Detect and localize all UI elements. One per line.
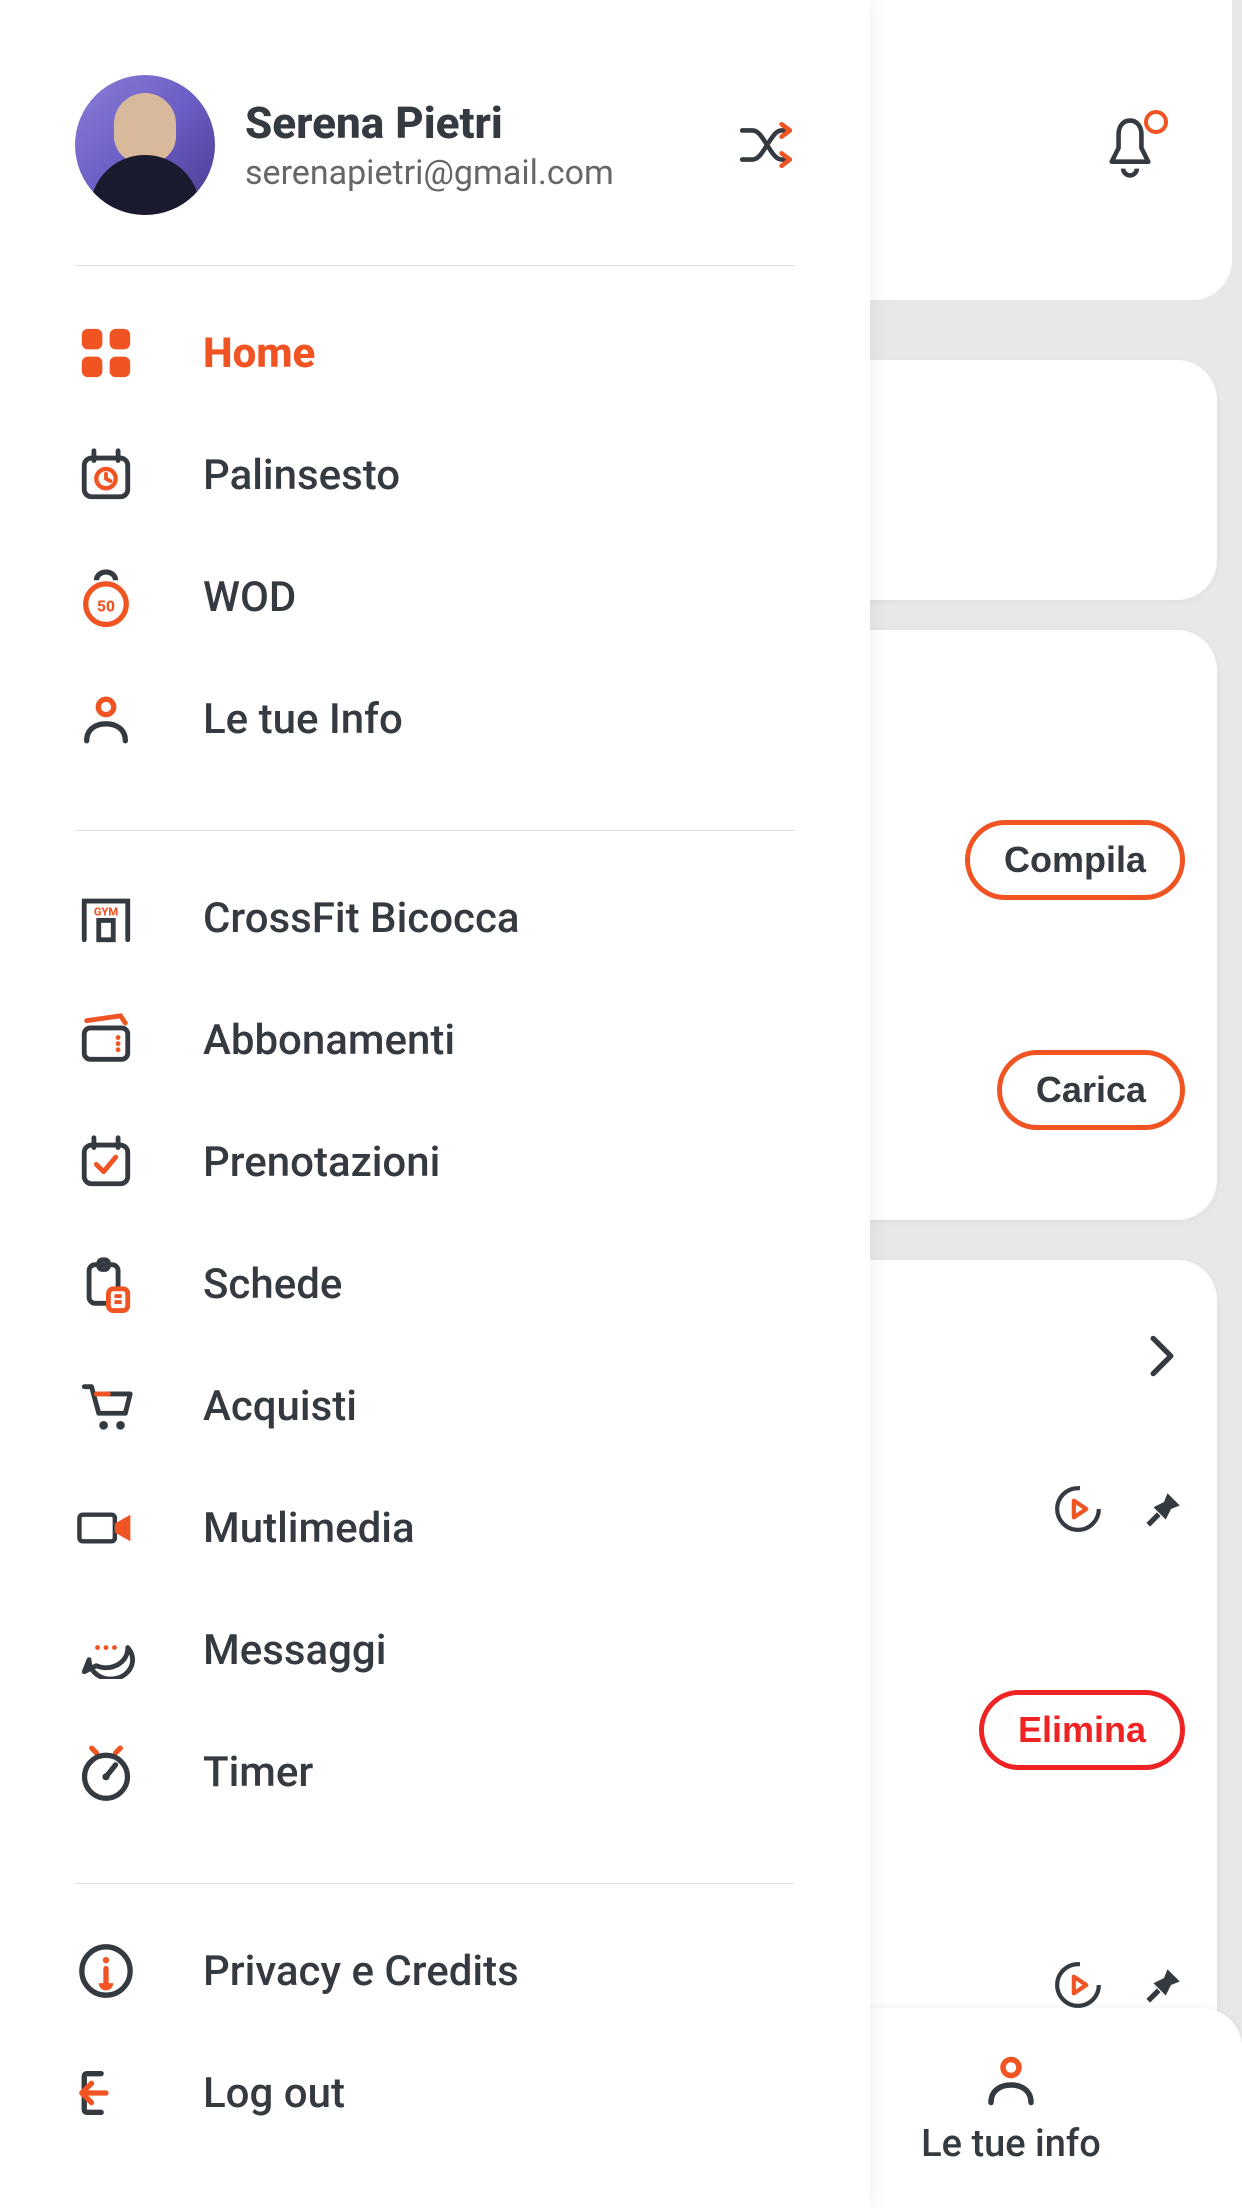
- person-icon: [75, 688, 137, 750]
- divider: [75, 265, 795, 266]
- menu-item-multimedia[interactable]: Mutlimedia: [75, 1467, 795, 1589]
- carica-button[interactable]: Carica: [997, 1050, 1185, 1130]
- menu-item-wod[interactable]: 50 WOD: [75, 536, 795, 658]
- elimina-button[interactable]: Elimina: [979, 1690, 1185, 1770]
- menu-label: Home: [203, 329, 315, 378]
- logout-icon: [75, 2062, 137, 2124]
- play-icon[interactable]: [1053, 1960, 1103, 2014]
- pin-icon[interactable]: [1143, 1488, 1185, 1534]
- menu-label: CrossFit Bicocca: [203, 894, 520, 943]
- bottom-nav-label: Le tue info: [921, 2122, 1101, 2166]
- media-row-actions: [1053, 1960, 1185, 2014]
- profile-text: Serena Pietri serenapietri@gmail.com: [245, 97, 614, 193]
- side-drawer: Serena Pietri serenapietri@gmail.com Hom…: [0, 0, 870, 2208]
- profile-name: Serena Pietri: [245, 97, 614, 149]
- menu-label: WOD: [203, 573, 296, 622]
- chevron-right-icon[interactable]: [1148, 1334, 1182, 1384]
- menu-item-logout[interactable]: Log out: [75, 2032, 795, 2154]
- menu-label: Timer: [203, 1748, 313, 1797]
- info-icon: [75, 1940, 137, 2002]
- shuffle-button[interactable]: [735, 115, 795, 175]
- grid-icon: [75, 322, 137, 384]
- menu-label: Messaggi: [203, 1626, 386, 1675]
- menu-label: Palinsesto: [203, 451, 400, 500]
- menu-label: Privacy e Credits: [203, 1947, 519, 1996]
- menu-item-prenotazioni[interactable]: Prenotazioni: [75, 1101, 795, 1223]
- menu-item-schede[interactable]: Schede: [75, 1223, 795, 1345]
- kettlebell-icon: 50: [75, 566, 137, 628]
- cart-icon: [75, 1375, 137, 1437]
- menu-label: Abbonamenti: [203, 1016, 455, 1065]
- pin-icon[interactable]: [1143, 1964, 1185, 2010]
- menu-item-home[interactable]: Home: [75, 292, 795, 414]
- menu-item-abbonamenti[interactable]: Abbonamenti: [75, 979, 795, 1101]
- menu-item-letueinfo[interactable]: Le tue Info: [75, 658, 795, 780]
- main-content: Compila Carica Elimina Le tu: [870, 0, 1242, 2208]
- menu-item-crossfit[interactable]: GYM CrossFit Bicocca: [75, 857, 795, 979]
- shuffle-icon: [738, 120, 792, 170]
- menu-group-2: GYM CrossFit Bicocca Abbonamenti Prenota…: [75, 857, 795, 1833]
- menu-group-1: Home Palinsesto 50 WOD Le tue Info: [75, 292, 795, 780]
- divider: [75, 830, 795, 831]
- notifications-button[interactable]: [1102, 116, 1162, 184]
- menu-label: Prenotazioni: [203, 1138, 440, 1187]
- menu-group-3: Privacy e Credits Log out: [75, 1910, 795, 2154]
- chat-icon: [75, 1619, 137, 1681]
- play-icon[interactable]: [1053, 1484, 1103, 1538]
- calendar-check-icon: [75, 1131, 137, 1193]
- compila-button[interactable]: Compila: [965, 820, 1185, 900]
- svg-text:50: 50: [97, 597, 115, 615]
- profile-header[interactable]: Serena Pietri serenapietri@gmail.com: [75, 75, 795, 215]
- menu-label: Schede: [203, 1260, 342, 1309]
- menu-label: Mutlimedia: [203, 1504, 415, 1553]
- media-row-actions: [1053, 1484, 1185, 1538]
- calendar-clock-icon: [75, 444, 137, 506]
- stopwatch-icon: [75, 1741, 137, 1803]
- menu-label: Le tue Info: [203, 695, 403, 744]
- menu-item-acquisti[interactable]: Acquisti: [75, 1345, 795, 1467]
- person-icon: [981, 2050, 1041, 2114]
- profile-email: serenapietri@gmail.com: [245, 153, 614, 193]
- menu-item-palinsesto[interactable]: Palinsesto: [75, 414, 795, 536]
- menu-label: Acquisti: [203, 1382, 357, 1431]
- clipboard-icon: [75, 1253, 137, 1315]
- avatar[interactable]: [75, 75, 215, 215]
- menu-item-privacy[interactable]: Privacy e Credits: [75, 1910, 795, 2032]
- menu-item-messaggi[interactable]: Messaggi: [75, 1589, 795, 1711]
- gym-icon: GYM: [75, 887, 137, 949]
- camera-icon: [75, 1497, 137, 1559]
- svg-text:GYM: GYM: [94, 906, 118, 919]
- menu-item-timer[interactable]: Timer: [75, 1711, 795, 1833]
- menu-label: Log out: [203, 2069, 345, 2118]
- wallet-icon: [75, 1009, 137, 1071]
- divider: [75, 1883, 795, 1884]
- notification-dot-icon: [1144, 110, 1168, 134]
